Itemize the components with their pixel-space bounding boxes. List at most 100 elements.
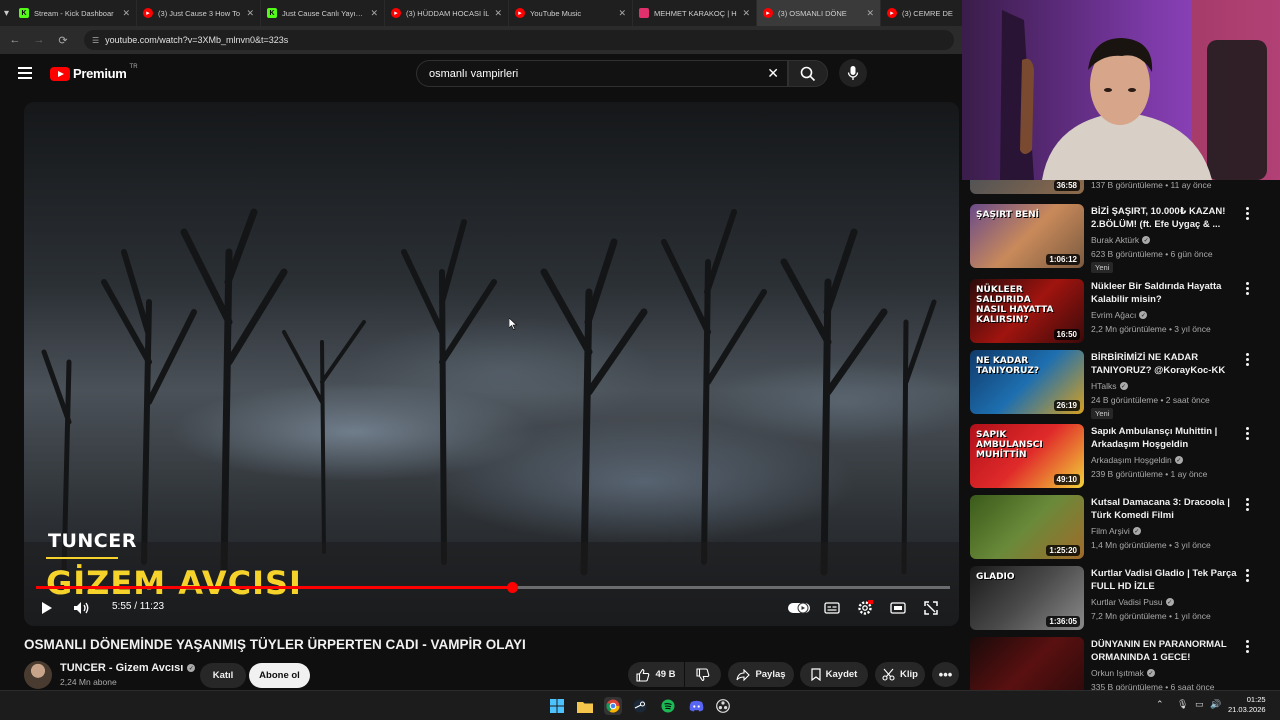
more-vertical-icon[interactable]	[1246, 207, 1250, 220]
more-vertical-icon[interactable]	[1246, 569, 1250, 582]
video-thumbnail[interactable]	[970, 637, 1084, 690]
video-thumbnail[interactable]: GLADIO 1:36:05	[970, 566, 1084, 630]
recommendation-channel[interactable]: Evrim Ağacı ✓	[1091, 310, 1148, 320]
recommendation-title[interactable]: Kurtlar Vadisi Gladio | Tek Parça FULL H…	[1091, 567, 1241, 593]
browser-tab[interactable]: ▸ (3) HÜDDAM HOCASI İL ✕	[385, 0, 510, 26]
discord-icon[interactable]	[687, 697, 705, 715]
close-tab-icon[interactable]: ✕	[370, 8, 378, 19]
video-thumbnail[interactable]: NÜKLEER SALDIRIDA NASIL HAYATTA KALIRSIN…	[970, 279, 1084, 343]
windows-start-icon[interactable]	[548, 697, 566, 715]
tab-search-dropdown-icon[interactable]: ▾	[4, 2, 9, 24]
theater-mode-button[interactable]	[889, 599, 907, 617]
channel-avatar[interactable]	[24, 661, 52, 689]
voice-search-button[interactable]	[839, 59, 867, 87]
more-vertical-icon[interactable]	[1246, 353, 1250, 366]
menu-icon[interactable]	[18, 67, 32, 79]
share-button[interactable]: Paylaş	[728, 662, 794, 687]
browser-tab[interactable]: ▸(3) CEMRE DE✕	[881, 0, 962, 26]
recommendation-title[interactable]: DÜNYANIN EN PARANORMAL ORMANINDA 1 GECE!	[1091, 638, 1241, 664]
recommendation-item[interactable]: SAPIK AMBULANSCI MUHİTTİN 49:10 Sapık Ambu…	[970, 424, 1274, 490]
video-thumbnail[interactable]: 1:25:20	[970, 495, 1084, 559]
search-button[interactable]	[788, 60, 828, 87]
recommendation-title[interactable]: Nükleer Bir Saldırıda Hayatta Kalabilir …	[1091, 280, 1241, 306]
system-clock[interactable]: 01:25 21.03.2026	[1228, 695, 1266, 715]
video-meta: 2,2 Mn görüntüleme • 3 yıl önce	[1091, 324, 1211, 334]
close-tab-icon[interactable]: ✕	[494, 8, 502, 19]
url-field[interactable]: ☰ youtube.com/watch?v=3XMb_mlnvn0&t=323s	[84, 30, 954, 50]
video-thumbnail[interactable]: 36:58	[970, 180, 1084, 194]
close-tab-icon[interactable]: ✕	[246, 8, 254, 19]
close-tab-icon[interactable]: ✕	[122, 8, 130, 19]
settings-button[interactable]	[856, 599, 874, 617]
microphone-tray-icon[interactable]: 🎙	[1177, 699, 1188, 710]
speaker-icon[interactable]: 🔊	[1210, 699, 1221, 710]
clear-search-icon[interactable]: ✕	[767, 65, 779, 82]
file-explorer-icon[interactable]	[576, 697, 594, 715]
share-icon	[736, 668, 751, 681]
recommendation-channel[interactable]: Kurtlar Vadisi Pusu ✓	[1091, 597, 1174, 607]
tray-overflow-icon[interactable]: ⌃	[1156, 699, 1164, 710]
recommendation-item[interactable]: GLADIO 1:36:05 Kurtlar Vadisi Gladio | Tek…	[970, 566, 1274, 632]
recommendation-item[interactable]: NÜKLEER SALDIRIDA NASIL HAYATTA KALIRSIN…	[970, 279, 1274, 345]
close-tab-icon[interactable]: ✕	[742, 8, 750, 19]
video-player[interactable]: TUNCER GİZEM AVCISI 5:55 / 11:23	[24, 102, 959, 626]
thumbs-up-icon	[636, 668, 650, 682]
more-vertical-icon[interactable]	[1246, 640, 1250, 653]
back-icon[interactable]: ←	[8, 34, 22, 46]
clip-button[interactable]: Klip	[875, 662, 925, 687]
recommendation-item[interactable]: DÜNYANIN EN PARANORMAL ORMANINDA 1 GECE!…	[970, 637, 1274, 690]
chrome-icon[interactable]	[604, 697, 622, 715]
reload-icon[interactable]: ⟳	[56, 34, 70, 47]
recommendation-title[interactable]: Sapık Ambulansçı Muhittin | Arkadaşım Ho…	[1091, 425, 1241, 451]
autoplay-toggle[interactable]	[787, 600, 811, 616]
recommendation-channel[interactable]: Burak Aktürk ✓	[1091, 235, 1151, 245]
steam-icon[interactable]	[631, 697, 649, 715]
forward-icon[interactable]: →	[32, 34, 46, 46]
close-tab-icon[interactable]: ✕	[866, 8, 874, 19]
more-vertical-icon[interactable]	[1246, 427, 1250, 440]
channel-name-link[interactable]: TUNCER - Gizem Avcısı ✓	[60, 662, 196, 674]
recommendation-title[interactable]: BİRBİRİMİZİ NE KADAR TANIYORUZ? @KorayKo…	[1091, 351, 1241, 377]
recommendation-channel[interactable]: HTalks ✓	[1091, 381, 1128, 391]
browser-tab[interactable]: K Just Cause Canlı Yayınla ✕	[261, 0, 386, 26]
browser-tab[interactable]: MEHMET KARAKOÇ | H ✕	[633, 0, 758, 26]
recommendation-item[interactable]: 1:25:20 Kutsal Damacana 3: Dracoola | Tür…	[970, 495, 1274, 561]
more-actions-button[interactable]: •••	[932, 662, 959, 687]
recommendation-item[interactable]: ŞAŞIRT BENİ 1:06:12 BİZİ ŞAŞIRT, 10.000₺ K…	[970, 204, 1274, 273]
video-thumbnail[interactable]: ŞAŞIRT BENİ 1:06:12	[970, 204, 1084, 268]
search-input[interactable]: osmanlı vampirleri ✕	[416, 60, 788, 87]
browser-tab[interactable]: ▸ (3) Just Cause 3 How To ✕	[137, 0, 262, 26]
progress-bar[interactable]	[36, 582, 950, 593]
browser-tab[interactable]: ▸ YouTube Music ✕	[509, 0, 634, 26]
recommendation-title[interactable]: Kutsal Damacana 3: Dracoola | Türk Komed…	[1091, 496, 1241, 522]
close-tab-icon[interactable]: ✕	[618, 8, 626, 19]
play-button[interactable]	[38, 599, 56, 617]
site-info-icon[interactable]: ☰	[92, 36, 99, 45]
youtube-premium-logo[interactable]: Premium TR	[50, 64, 138, 81]
recommendation-channel[interactable]: Film Arşivi ✓	[1091, 526, 1141, 536]
like-button[interactable]: 49 B	[628, 662, 684, 687]
browser-tab[interactable]: K Stream - Kick Dashboar ✕	[13, 0, 138, 26]
screen: ▾ K Stream - Kick Dashboar ✕ ▸ (3) Just Caus…	[0, 0, 1280, 720]
fullscreen-button[interactable]	[922, 599, 940, 617]
browser-tab[interactable]: ▸ (3) OSMANLI DÖNE ✕	[757, 0, 882, 26]
recommendation-item[interactable]: 36:58 137 B görüntüleme • 11 ay önce	[970, 180, 1274, 196]
recommendation-channel[interactable]: Arkadaşım Hoşgeldin ✓	[1091, 455, 1183, 465]
dislike-button[interactable]	[685, 662, 721, 687]
video-thumbnail[interactable]: SAPIK AMBULANSCI MUHİTTİN 49:10	[970, 424, 1084, 488]
spotify-icon[interactable]	[659, 697, 677, 715]
recommendation-item[interactable]: NE KADAR TANIYORUZ? 26:19 BİRBİRİMİZİ NE K…	[970, 350, 1274, 419]
more-vertical-icon[interactable]	[1246, 282, 1250, 295]
video-thumbnail[interactable]: NE KADAR TANIYORUZ? 26:19	[970, 350, 1084, 414]
subtitles-button[interactable]	[823, 599, 841, 617]
network-icon[interactable]: ▭	[1195, 699, 1204, 710]
video-meta: 1,4 Mn görüntüleme • 3 yıl önce	[1091, 540, 1211, 550]
save-button[interactable]: Kaydet	[800, 662, 868, 687]
join-button[interactable]: Katıl	[200, 663, 246, 688]
more-vertical-icon[interactable]	[1246, 498, 1250, 511]
recommendation-channel[interactable]: Orkun Işıtmak ✓	[1091, 668, 1155, 678]
recommendation-title[interactable]: BİZİ ŞAŞIRT, 10.000₺ KAZAN! 2.BÖLÜM! (ft…	[1091, 205, 1241, 231]
mute-button[interactable]	[72, 599, 92, 617]
obs-icon[interactable]	[714, 697, 732, 715]
subscribe-button[interactable]: Abone ol	[249, 663, 310, 688]
